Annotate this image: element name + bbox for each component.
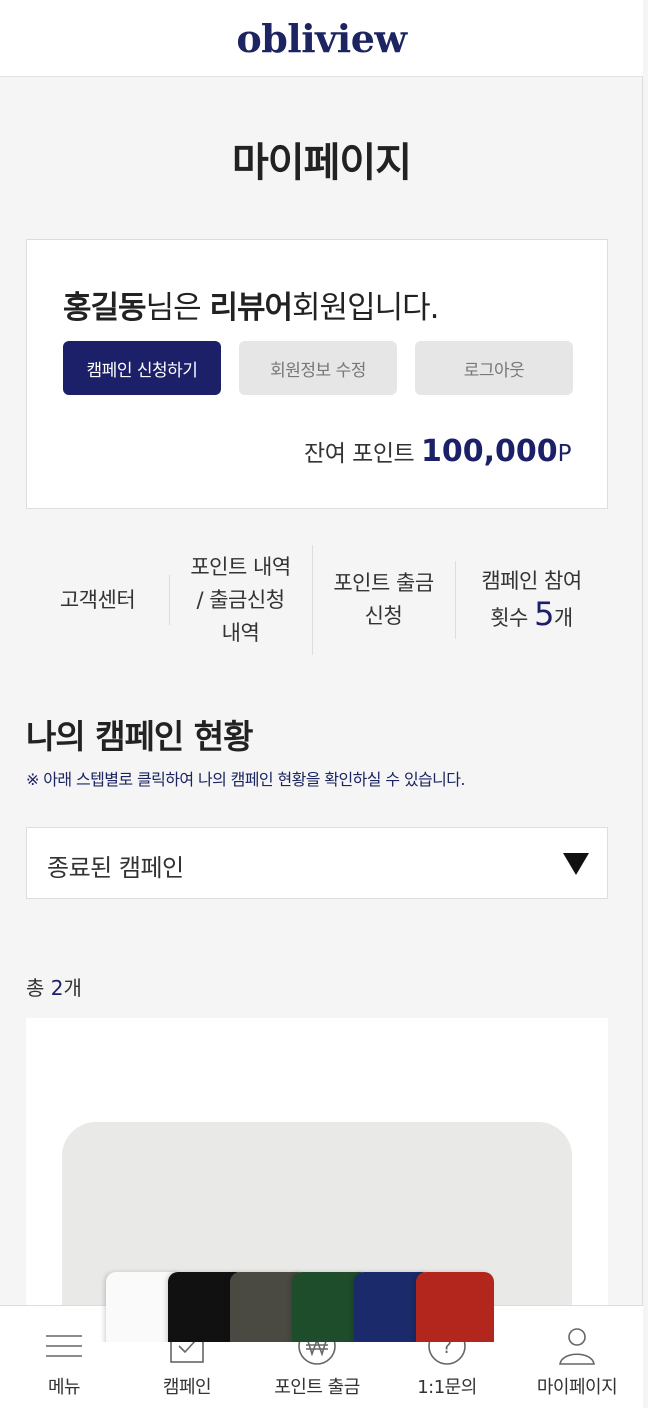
participation-count: 5 (534, 595, 554, 633)
participation-count-label: 캠페인 참여 횟수 5개 (481, 565, 582, 635)
participation-line1: 캠페인 참여 (481, 569, 582, 593)
points-value: 100,000 (420, 434, 558, 469)
member-greeting: 홍길동님은 리뷰어회원입니다. (63, 282, 440, 327)
campaign-apply-button[interactable]: 캠페인 신청하기 (63, 341, 221, 395)
member-grade: 리뷰어 (209, 290, 293, 326)
points-unit: P (557, 441, 572, 467)
app-header: obliview (0, 0, 643, 77)
hamburger-icon (46, 1335, 82, 1357)
total-prefix: 총 (26, 976, 51, 1000)
tab-campaign-label: 캠페인 (162, 1377, 212, 1398)
campaign-status-title: 나의 캠페인 현황 (26, 717, 253, 756)
logout-button[interactable]: 로그아웃 (415, 341, 573, 395)
caret-down-icon (563, 853, 589, 875)
campaign-status-select[interactable]: 종료된 캠페인 (26, 827, 608, 899)
total-suffix: 개 (63, 976, 82, 1000)
tshirt-6 (416, 1272, 494, 1342)
point-withdraw-line1: 포인트 출금 (333, 571, 434, 595)
point-withdraw-line2: 신청 (364, 604, 403, 628)
campaign-card[interactable] (26, 1018, 608, 1342)
point-withdraw-label: 포인트 출금 신청 (333, 567, 434, 633)
tab-inquiry-label: 1:1문의 (417, 1377, 477, 1398)
participation-count-link[interactable]: 캠페인 참여 횟수 5개 (455, 545, 608, 655)
point-withdraw-link[interactable]: 포인트 출금 신청 (312, 545, 455, 655)
points-label: 잔여 포인트 (304, 441, 421, 467)
edit-profile-button[interactable]: 회원정보 수정 (239, 341, 397, 395)
point-history-line2: / 출금신청 (196, 587, 285, 612)
points-balance: 잔여 포인트 100,000P (304, 434, 571, 469)
page: obliview 마이페이지 홍길동님은 리뷰어회원입니다. 캠페인 신청하기 … (0, 0, 643, 1408)
total-number: 2 (50, 976, 64, 1000)
tab-point-withdraw-label: 포인트 출금 (274, 1377, 360, 1398)
greeting-middle: 님은 (145, 290, 210, 326)
customer-center-link[interactable]: 고객센터 (26, 545, 169, 655)
tab-menu-label: 메뉴 (47, 1377, 81, 1398)
point-history-line3: 내역 (221, 620, 260, 645)
member-name: 홍길동 (63, 290, 147, 326)
point-history-label: 포인트 내역 / 출금신청 내역 (190, 551, 291, 650)
campaign-total-count: 총 2개 (26, 972, 82, 1001)
brand-logo[interactable]: obliview (236, 16, 407, 61)
page-title: 마이페이지 (232, 140, 412, 186)
point-history-link[interactable]: 포인트 내역 / 출금신청 내역 (169, 545, 312, 655)
participation-prefix: 횟수 (490, 606, 535, 630)
tab-mypage[interactable]: 마이페이지 (513, 1306, 641, 1408)
campaign-status-note: ※ 아래 스텝별로 클릭하여 나의 캠페인 현황을 확인하실 수 있습니다. (26, 770, 466, 789)
participation-suffix: 개 (553, 606, 573, 630)
greeting-end: 회원입니다. (292, 290, 439, 326)
participation-line2: 횟수 5개 (481, 598, 581, 635)
user-icon (559, 1328, 595, 1365)
campaign-status-select-value: 종료된 캠페인 (47, 854, 184, 882)
customer-center-label: 고객센터 (59, 587, 136, 612)
point-history-line1: 포인트 내역 (190, 554, 291, 579)
quick-menu: 고객센터 포인트 내역 / 출금신청 내역 포인트 출금 신청 캠페인 참여 횟… (26, 545, 608, 655)
profile-card: 홍길동님은 리뷰어회원입니다. 캠페인 신청하기 회원정보 수정 로그아웃 잔여… (26, 239, 608, 509)
tab-mypage-label: 마이페이지 (536, 1377, 618, 1398)
